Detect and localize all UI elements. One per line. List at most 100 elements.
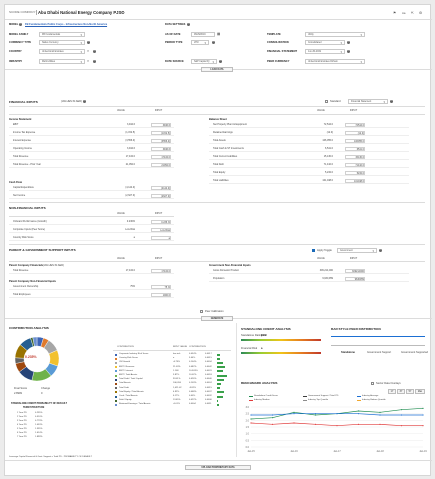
row-value: a	[133, 236, 135, 239]
breadcrumb[interactable]: SCORE COMPANY	[9, 11, 35, 14]
pd-term-label: 7 Year PD	[17, 436, 27, 438]
apply-select[interactable]: Government	[337, 248, 377, 253]
legend-swatch	[115, 374, 117, 377]
row-divider	[9, 135, 174, 136]
row-input[interactable]: a	[151, 235, 171, 240]
row-input[interactable]: (1152.5)	[151, 130, 171, 135]
peer-calibration-checkbox[interactable]	[200, 310, 203, 313]
row-input[interactable]: 3946.6	[151, 122, 171, 127]
consolidation-select[interactable]: Consolidated	[305, 40, 345, 45]
sector-overlay-checkbox[interactable]	[371, 382, 374, 385]
row-input[interactable]: (4144.0)	[151, 185, 171, 190]
row-input[interactable]: 21052.0	[151, 162, 171, 167]
settings-icon[interactable]: ⚙	[419, 11, 422, 15]
info-icon[interactable]: i	[390, 100, 393, 103]
as-of-date-input[interactable]: 06/29/2019	[191, 32, 215, 37]
contrib-row-label: Retained Earnings / Total Assets	[119, 403, 151, 406]
final-score-label: Final Score	[14, 387, 28, 390]
row-input[interactable]: 309214000	[345, 268, 365, 273]
row-input[interactable]: 9630959	[345, 276, 365, 281]
range-1y-button[interactable]: 1Y	[388, 389, 396, 394]
row-divider	[9, 232, 174, 233]
currency-type-select[interactable]: Native Currency	[39, 40, 85, 45]
bookmark-icon[interactable]: ⚑	[393, 11, 396, 15]
contrib-row-label: Cash / Total Assets	[119, 395, 138, 397]
row-input[interactable]: 106055.0	[345, 138, 365, 143]
period-type-select[interactable]: LTM	[191, 40, 209, 45]
row-label: Total Current Liabilities	[213, 155, 238, 158]
row-value: (3,556.0)	[125, 139, 135, 142]
model-name-link[interactable]: FB Fundamentals Public Corps - Infrastru…	[25, 23, 107, 26]
row-input[interactable]: (3556.0)	[151, 138, 171, 143]
template-select[interactable]: Utility	[305, 32, 365, 37]
x-tick-label: Jan-16	[290, 450, 298, 453]
row-input[interactable]: 71410.0	[345, 162, 365, 167]
contrib-row-bar	[217, 361, 224, 364]
standard-checkbox[interactable]	[325, 100, 328, 103]
row-value: 17,434.0	[125, 269, 135, 272]
standalone-credit-title: STANDALONE CREDIT ANALYSIS	[241, 327, 291, 331]
row-input[interactable]: 5232.0	[345, 170, 365, 175]
row-value: (12.0)	[326, 131, 333, 134]
financial-statement-select[interactable]: Jun-30-2019	[305, 49, 345, 54]
range-3y-button[interactable]: 3Y	[397, 389, 405, 394]
contrib-row-bar	[217, 399, 219, 402]
row-input[interactable]: (2627.0)	[151, 193, 171, 198]
row-input[interactable]: 0.236 %	[151, 219, 171, 224]
info-icon[interactable]: i	[212, 41, 215, 44]
legend-label: Industry Bottom Quartile	[362, 399, 386, 401]
info-icon[interactable]: i	[347, 41, 350, 44]
row-label: Interest Expense	[13, 139, 31, 142]
row-label: Net Income	[13, 194, 26, 197]
country-select[interactable]: United Arab Emirates	[39, 49, 85, 54]
share-icon[interactable]: ⇱	[411, 11, 414, 15]
row-input[interactable]: Low Risk	[151, 227, 171, 232]
peer-currency-select[interactable]: United Arab Emirates Dirham	[305, 59, 365, 64]
row-value: 309,214,000	[319, 269, 333, 272]
info-icon[interactable]: i	[93, 50, 96, 53]
info-icon[interactable]: i	[347, 50, 350, 53]
row-label: Government Ownership	[13, 285, 39, 288]
industry-select[interactable]: Multi-Utilities	[39, 59, 85, 64]
apply-toggle-checkbox[interactable]	[312, 249, 315, 252]
calendar-icon[interactable]: ▦	[217, 32, 220, 36]
parent-financials-title: Parent Company Financials	[9, 264, 44, 267]
upload-data-button[interactable]: UPLOAD PROPRIETARY DATA	[185, 465, 251, 470]
row-input[interactable]: 15130.0	[345, 154, 365, 159]
contrib-row-bar	[217, 387, 220, 390]
row-input[interactable]: 72544.0	[345, 122, 365, 127]
close-icon[interactable]: ×	[87, 49, 89, 53]
row-input[interactable]: 1000.0	[151, 292, 171, 297]
row-input[interactable]: 6541.0	[345, 146, 365, 151]
info-icon[interactable]: i	[83, 100, 86, 103]
info-icon[interactable]: i	[379, 249, 382, 252]
row-input[interactable]: 101048.0	[345, 178, 365, 183]
close-icon[interactable]: ×	[87, 59, 89, 63]
contrib-row-score: 0.0037	[205, 390, 212, 393]
refresh-icon[interactable]: ⟳	[122, 11, 125, 15]
info-icon[interactable]: i	[93, 60, 96, 63]
info-icon[interactable]: i	[187, 23, 190, 26]
x-tick-label: Jan-18	[376, 450, 384, 453]
chart-icon[interactable]: Aa	[402, 11, 405, 15]
row-input[interactable]: 75 %	[151, 284, 171, 289]
row-value: 9,630,959	[322, 277, 333, 280]
model-family-select[interactable]: FB Fundamentals	[39, 32, 85, 37]
info-icon[interactable]: i	[219, 60, 222, 63]
range-max-button[interactable]: Max	[415, 389, 425, 394]
info-icon[interactable]: i	[19, 23, 22, 26]
row-input[interactable]: 17434.0	[151, 154, 171, 159]
info-icon[interactable]: i	[87, 41, 90, 44]
contrib-row-contrib: 0.00%	[189, 395, 196, 397]
standard-select[interactable]: Financial Statement	[348, 99, 388, 104]
gov-supported-label: Government Supported	[401, 351, 428, 354]
range-5y-button[interactable]: 5Y	[406, 389, 414, 394]
currency-type-label: CURRENCY TYPE	[9, 41, 32, 44]
load-data-button[interactable]: LOAD DATA	[201, 67, 233, 72]
parent-units: (VALUES IN AED)	[43, 264, 64, 267]
row-input[interactable]: 3946.6	[151, 146, 171, 151]
row-input[interactable]: (12.0)	[345, 130, 365, 135]
generate-button[interactable]: GENERATE	[201, 316, 233, 321]
date-source-select[interactable]: S&P Capital IQ	[191, 59, 217, 64]
row-input[interactable]: 17434.0	[151, 268, 171, 273]
